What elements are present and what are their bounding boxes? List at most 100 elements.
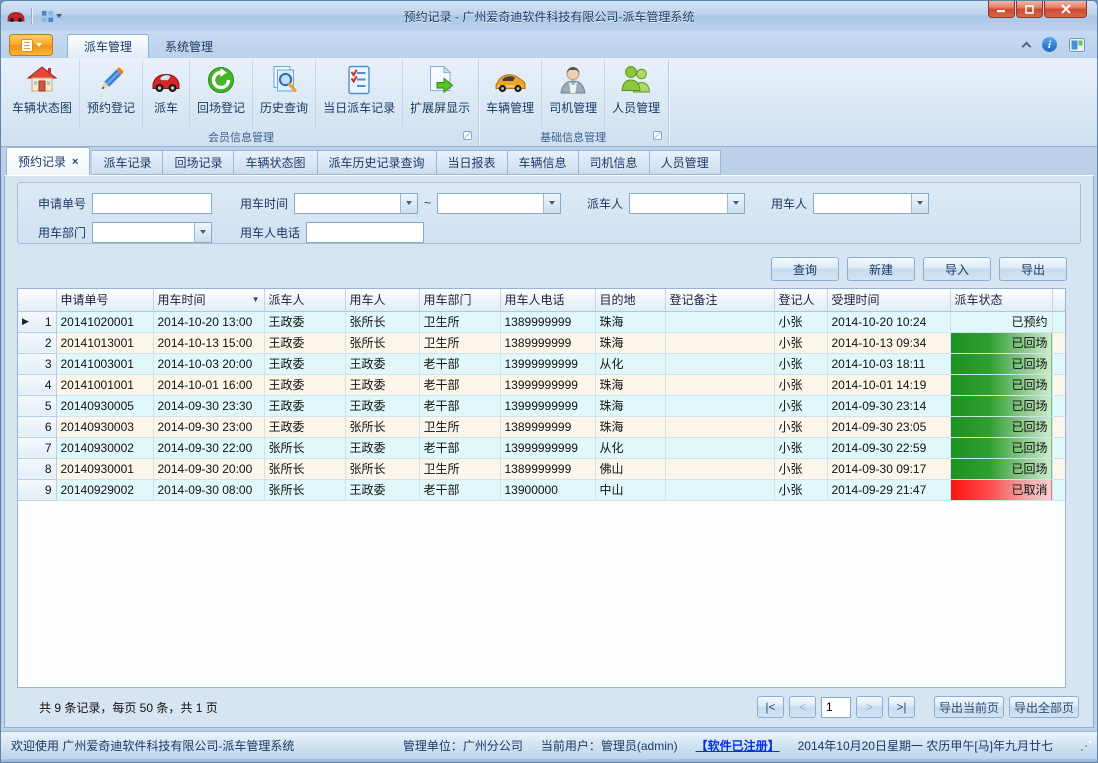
driver-manage-button[interactable]: 司机管理 <box>541 60 604 129</box>
cell-registrant[interactable]: 小张 <box>774 416 827 437</box>
export-current-page-button[interactable]: 导出当前页 <box>934 696 1004 718</box>
next-page-button[interactable]: > <box>856 696 883 718</box>
table-row[interactable]: 2 20141013001 2014-10-13 15:00 王政委 张所长 卫… <box>18 332 1065 353</box>
cell-dispatcher[interactable]: 张所长 <box>264 458 345 479</box>
cell-user[interactable]: 张所长 <box>345 416 419 437</box>
cell-order-no[interactable]: 20140930001 <box>56 458 153 479</box>
chevron-down-icon[interactable] <box>911 194 928 213</box>
col-registrant[interactable]: 登记人 <box>774 289 827 311</box>
col-dept[interactable]: 用车部门 <box>419 289 500 311</box>
status-badge[interactable]: 已回场 <box>950 395 1052 416</box>
doc-tab-daily-report[interactable]: 当日报表 <box>437 150 508 175</box>
cell-phone[interactable]: 13999999999 <box>500 374 595 395</box>
cell-phone[interactable]: 1389999999 <box>500 332 595 353</box>
close-tab-icon[interactable]: × <box>72 156 78 168</box>
row-number-cell[interactable]: 3 <box>18 353 56 374</box>
cell-accept-time[interactable]: 2014-10-20 10:24 <box>827 311 950 332</box>
export-all-pages-button[interactable]: 导出全部页 <box>1009 696 1079 718</box>
table-row[interactable]: 4 20141001001 2014-10-01 16:00 王政委 王政委 老… <box>18 374 1065 395</box>
import-button[interactable]: 导入 <box>923 257 991 281</box>
cell-dispatcher[interactable]: 王政委 <box>264 332 345 353</box>
resize-grip[interactable] <box>1081 741 1091 751</box>
status-badge[interactable]: 已取消 <box>950 479 1052 500</box>
table-row[interactable]: 3 20141003001 2014-10-03 20:00 王政委 王政委 老… <box>18 353 1065 374</box>
cell-user[interactable]: 张所长 <box>345 311 419 332</box>
user-dropdown[interactable] <box>813 193 929 214</box>
chevron-down-icon[interactable] <box>194 223 211 242</box>
cell-dispatcher[interactable]: 王政委 <box>264 416 345 437</box>
first-page-button[interactable]: |< <box>757 696 784 718</box>
sort-desc-icon[interactable]: ▼ <box>252 295 260 304</box>
export-button[interactable]: 导出 <box>999 257 1067 281</box>
cell-use-time[interactable]: 2014-09-30 22:00 <box>153 437 264 458</box>
cell-destination[interactable]: 珠海 <box>595 416 665 437</box>
cell-registrant[interactable]: 小张 <box>774 374 827 395</box>
cell-dept[interactable]: 卫生所 <box>419 458 500 479</box>
chevron-down-icon[interactable] <box>543 194 560 213</box>
doc-tab-return-records[interactable]: 回场记录 <box>163 150 234 175</box>
cell-phone[interactable]: 1389999999 <box>500 311 595 332</box>
use-time-from-dropdown[interactable] <box>294 193 418 214</box>
doc-tab-vehicle-info[interactable]: 车辆信息 <box>508 150 579 175</box>
row-number-cell[interactable]: ▶1 <box>18 311 56 332</box>
dept-dropdown[interactable] <box>92 222 212 243</box>
cell-dept[interactable]: 老干部 <box>419 437 500 458</box>
cell-dispatcher[interactable]: 张所长 <box>264 479 345 500</box>
table-row[interactable]: ▶1 20141020001 2014-10-20 13:00 王政委 张所长 … <box>18 311 1065 332</box>
query-button[interactable]: 查询 <box>771 257 839 281</box>
cell-dept[interactable]: 老干部 <box>419 353 500 374</box>
col-user[interactable]: 用车人 <box>345 289 419 311</box>
page-number-input[interactable] <box>821 697 851 718</box>
cell-remark[interactable] <box>665 374 774 395</box>
chevron-down-icon[interactable] <box>727 194 744 213</box>
table-row[interactable]: 7 20140930002 2014-09-30 22:00 张所长 王政委 老… <box>18 437 1065 458</box>
cell-dispatcher[interactable]: 王政委 <box>264 395 345 416</box>
cell-dept[interactable]: 卫生所 <box>419 416 500 437</box>
cell-dept[interactable]: 老干部 <box>419 395 500 416</box>
col-status[interactable]: 派车状态 <box>950 289 1052 311</box>
cell-dept[interactable]: 卫生所 <box>419 311 500 332</box>
cell-use-time[interactable]: 2014-10-20 13:00 <box>153 311 264 332</box>
cell-phone[interactable]: 1389999999 <box>500 416 595 437</box>
col-order-no[interactable]: 申请单号 <box>56 289 153 311</box>
reservation-register-button[interactable]: 预约登记 <box>79 60 142 129</box>
row-number-cell[interactable]: 5 <box>18 395 56 416</box>
doc-tab-personnel[interactable]: 人员管理 <box>650 150 721 175</box>
history-query-button[interactable]: 历史查询 <box>252 60 315 129</box>
cell-dispatcher[interactable]: 王政委 <box>264 374 345 395</box>
vehicle-status-map-button[interactable]: 车辆状态图 <box>5 60 79 129</box>
status-badge[interactable]: 已回场 <box>950 332 1052 353</box>
cell-use-time[interactable]: 2014-09-30 08:00 <box>153 479 264 500</box>
vehicle-manage-button[interactable]: 车辆管理 <box>479 60 541 129</box>
cell-order-no[interactable]: 20140929002 <box>56 479 153 500</box>
cell-user[interactable]: 王政委 <box>345 374 419 395</box>
cell-order-no[interactable]: 20141020001 <box>56 311 153 332</box>
cell-dispatcher[interactable]: 张所长 <box>264 437 345 458</box>
doc-tab-driver-info[interactable]: 司机信息 <box>579 150 650 175</box>
cell-phone[interactable]: 13900000 <box>500 479 595 500</box>
collapse-ribbon-icon[interactable] <box>1022 41 1032 51</box>
cell-destination[interactable]: 佛山 <box>595 458 665 479</box>
cell-registrant[interactable]: 小张 <box>774 395 827 416</box>
status-badge[interactable]: 已回场 <box>950 458 1052 479</box>
cell-use-time[interactable]: 2014-09-30 20:00 <box>153 458 264 479</box>
cell-registrant[interactable]: 小张 <box>774 458 827 479</box>
cell-destination[interactable]: 从化 <box>595 353 665 374</box>
cell-order-no[interactable]: 20141003001 <box>56 353 153 374</box>
cell-user[interactable]: 张所长 <box>345 332 419 353</box>
cell-user[interactable]: 王政委 <box>345 395 419 416</box>
cell-dispatcher[interactable]: 王政委 <box>264 311 345 332</box>
chevron-down-icon[interactable] <box>400 194 417 213</box>
cell-accept-time[interactable]: 2014-10-03 18:11 <box>827 353 950 374</box>
cell-user[interactable]: 张所长 <box>345 458 419 479</box>
row-number-cell[interactable]: 4 <box>18 374 56 395</box>
cell-destination[interactable]: 珠海 <box>595 395 665 416</box>
personnel-manage-button[interactable]: 人员管理 <box>604 60 667 129</box>
cell-remark[interactable] <box>665 395 774 416</box>
maximize-button[interactable] <box>1016 1 1043 18</box>
dialog-launcher-icon[interactable] <box>463 131 472 140</box>
status-badge[interactable]: 已回场 <box>950 353 1052 374</box>
table-row[interactable]: 8 20140930001 2014-09-30 20:00 张所长 张所长 卫… <box>18 458 1065 479</box>
col-use-time[interactable]: 用车时间▼ <box>153 289 264 311</box>
today-dispatch-records-button[interactable]: 当日派车记录 <box>315 60 402 129</box>
